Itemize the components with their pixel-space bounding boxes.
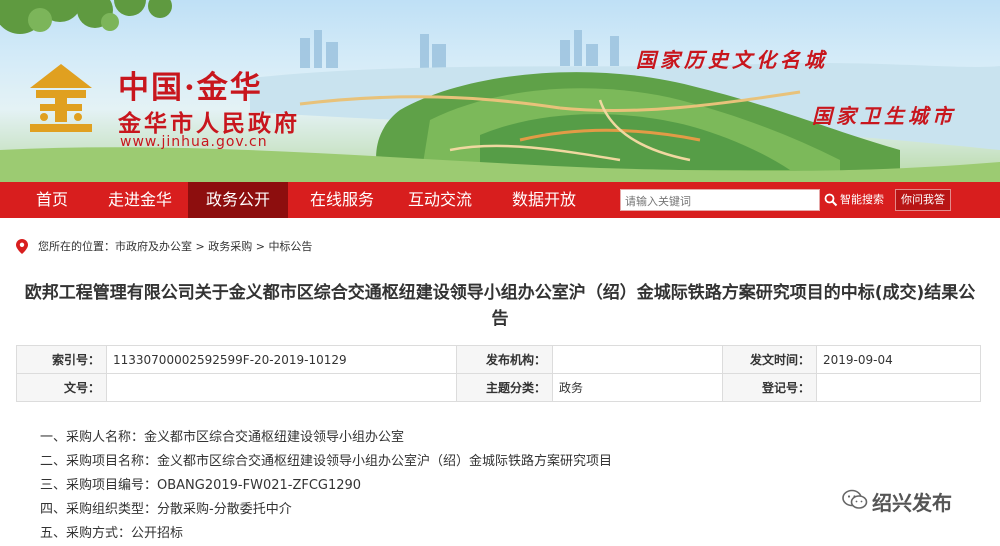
- breadcrumb-link-award-notice[interactable]: 中标公告: [268, 240, 312, 253]
- smart-search-label: 智能搜索: [840, 193, 884, 206]
- breadcrumb-separator: >: [192, 240, 209, 253]
- table-row: 索引号： 11330700002592599F-20-2019-10129 发布…: [16, 345, 981, 374]
- slogan-historic-city: 国家历史文化名城: [636, 48, 828, 72]
- breadcrumb-link-procurement[interactable]: 政务采购: [208, 240, 252, 253]
- search-box: [620, 189, 823, 212]
- article-title: 欧邦工程管理有限公司关于金义都市区综合交通枢纽建设领导小组办公室沪（绍）金城际铁…: [24, 283, 976, 329]
- site-url: www.jinhua.gov.cn: [120, 134, 268, 150]
- announcement-body: 一、采购人名称：金义都市区综合交通枢纽建设领导小组办公室 二、采购项目名称：金义…: [40, 426, 612, 546]
- issue-date-label: 发文时间：: [722, 345, 817, 374]
- nav-item-about-jinhua[interactable]: 走进金华: [94, 182, 186, 218]
- publisher-label: 发布机构：: [456, 345, 553, 374]
- smart-search-button[interactable]: 智能搜索: [822, 189, 892, 211]
- site-name: 中国·金华: [118, 70, 263, 106]
- site-subtitle: 金华市人民政府: [118, 110, 300, 137]
- jinhua-logo-icon: [30, 64, 92, 132]
- table-row: 文号： 主题分类： 政务 登记号：: [16, 373, 981, 402]
- nav-item-interaction[interactable]: 互动交流: [394, 182, 486, 218]
- wechat-icon: [842, 489, 868, 509]
- document-info-table: 索引号： 11330700002592599F-20-2019-10129 发布…: [16, 345, 981, 402]
- breadcrumb-link-municipal-office[interactable]: 市政府及办公室: [115, 240, 192, 253]
- list-item: 一、采购人名称：金义都市区综合交通枢纽建设领导小组办公室: [40, 430, 405, 445]
- location-pin-icon: [16, 239, 28, 254]
- index-number-value: 11330700002592599F-20-2019-10129: [106, 345, 457, 374]
- issue-date-value: 2019-09-04: [816, 345, 981, 374]
- breadcrumb-separator: >: [252, 240, 269, 253]
- list-item: 三、采购项目编号：OBANG2019-FW021-ZFCG1290: [40, 478, 362, 493]
- slogan-hygienic-city: 国家卫生城市: [812, 104, 956, 128]
- registration-number-value: [816, 373, 981, 402]
- topic-category-label: 主题分类：: [456, 373, 553, 402]
- document-number-value: [106, 373, 457, 402]
- search-input[interactable]: [621, 191, 823, 212]
- topic-category-value: 政务: [552, 373, 723, 402]
- publisher-value: [552, 345, 723, 374]
- nav-item-online-services[interactable]: 在线服务: [292, 182, 392, 218]
- document-number-label: 文号：: [16, 373, 107, 402]
- ask-answer-button[interactable]: 你问我答: [895, 189, 951, 211]
- index-number-label: 索引号：: [16, 345, 107, 374]
- breadcrumb-prefix: 您所在的位置：: [38, 240, 115, 253]
- header-banner: 中国·金华 金华市人民政府 www.jinhua.gov.cn 国家历史文化名城…: [0, 0, 1000, 182]
- list-item: 二、采购项目名称：金义都市区综合交通枢纽建设领导小组办公室沪（绍）金城际铁路方案…: [40, 454, 613, 469]
- nav-item-open-data[interactable]: 数据开放: [494, 182, 594, 218]
- list-item: 四、采购组织类型：分散采购-分散委托中介: [40, 502, 292, 517]
- registration-number-label: 登记号：: [722, 373, 817, 402]
- list-item: 五、采购方式：公开招标: [40, 526, 184, 541]
- nav-item-home[interactable]: 首页: [20, 182, 84, 218]
- watermark-text: 绍兴发布: [872, 491, 952, 515]
- nav-item-government-affairs[interactable]: 政务公开: [188, 182, 288, 218]
- search-icon: [824, 193, 838, 207]
